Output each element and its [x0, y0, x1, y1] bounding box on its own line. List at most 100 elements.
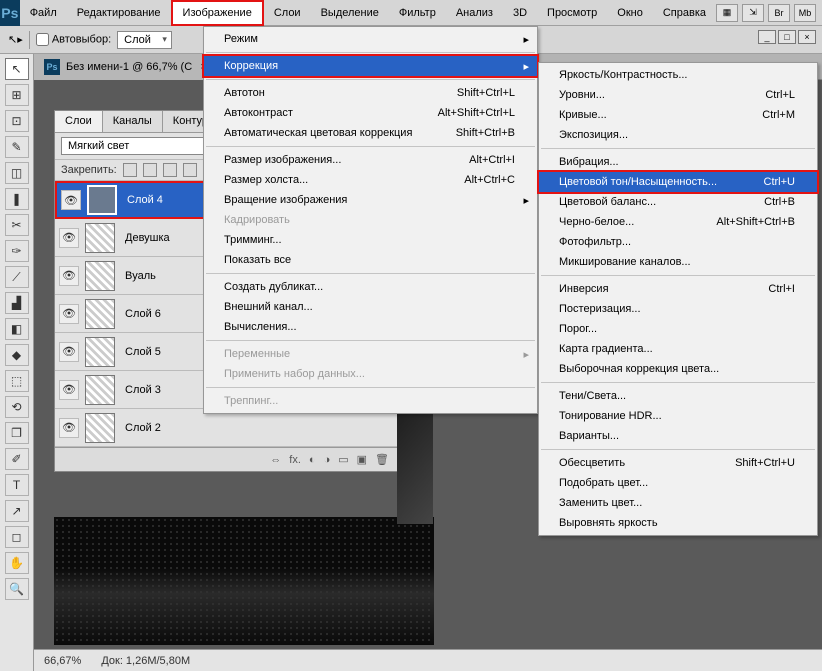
menu-item[interactable]: Уровни...Ctrl+L: [539, 85, 817, 105]
win-max-icon[interactable]: □: [778, 30, 796, 44]
tool-type[interactable]: ✐: [5, 448, 29, 470]
menu-item[interactable]: Вибрация...: [539, 152, 817, 172]
document-tab[interactable]: Ps Без имени-1 @ 66,7% (С ×: [34, 54, 217, 80]
menu-item[interactable]: Цветовой тон/Насыщенность...Ctrl+U: [539, 172, 817, 192]
menu-image[interactable]: Изображение: [171, 0, 264, 26]
tool-heal[interactable]: ✂: [5, 214, 29, 236]
menu-item[interactable]: Коррекция: [204, 56, 537, 76]
menu-layers[interactable]: Слои: [264, 0, 311, 26]
layer-thumb[interactable]: [85, 299, 115, 329]
tool-marquee[interactable]: ⊞: [5, 84, 29, 106]
menu-item[interactable]: Тени/Света...: [539, 386, 817, 406]
menu-file[interactable]: Файл: [20, 0, 67, 26]
tool-zoom[interactable]: 🔍: [5, 578, 29, 600]
menu-filter[interactable]: Фильтр: [389, 0, 446, 26]
tool-move[interactable]: ↖: [5, 58, 29, 80]
hdr-btn-br[interactable]: Br: [768, 4, 790, 22]
eye-icon[interactable]: 👁: [59, 342, 79, 362]
menu-select[interactable]: Выделение: [311, 0, 389, 26]
menu-item[interactable]: Заменить цвет...: [539, 493, 817, 513]
layer-thumb[interactable]: [87, 185, 117, 215]
hdr-btn-mb[interactable]: Mb: [794, 4, 816, 22]
menu-help[interactable]: Справка: [653, 0, 716, 26]
tool-gradient[interactable]: ◆: [5, 344, 29, 366]
menu-view[interactable]: Просмотр: [537, 0, 607, 26]
menu-item[interactable]: Выровнять яркость: [539, 513, 817, 533]
auto-select-dropdown[interactable]: Слой: [117, 31, 172, 49]
fx-icon[interactable]: fx.: [289, 454, 301, 466]
eye-icon[interactable]: 👁: [59, 228, 79, 248]
tool-brush[interactable]: ✑: [5, 240, 29, 262]
canvas-image[interactable]: [54, 517, 434, 645]
tool-history[interactable]: ▟: [5, 292, 29, 314]
menu-item[interactable]: Цветовой баланс...Ctrl+B: [539, 192, 817, 212]
menu-item[interactable]: Постеризация...: [539, 299, 817, 319]
tool-pen[interactable]: ❐: [5, 422, 29, 444]
hdr-btn-2[interactable]: ⇲: [742, 4, 764, 22]
menu-item[interactable]: Карта градиента...: [539, 339, 817, 359]
tool-lasso[interactable]: ⊡: [5, 110, 29, 132]
menu-item[interactable]: Показать все: [204, 250, 537, 270]
menu-item[interactable]: Режим: [204, 29, 537, 49]
menu-item[interactable]: Размер изображения...Alt+Ctrl+I: [204, 150, 537, 170]
mask-icon[interactable]: ◐: [309, 454, 316, 466]
menu-item[interactable]: Тримминг...: [204, 230, 537, 250]
tool-path[interactable]: ↗: [5, 500, 29, 522]
eye-icon[interactable]: 👁: [61, 190, 81, 210]
group-icon[interactable]: ▭: [338, 453, 348, 466]
tool-crop[interactable]: ◫: [5, 162, 29, 184]
tool-blur[interactable]: ⬚: [5, 370, 29, 392]
menu-item[interactable]: Яркость/Контрастность...: [539, 65, 817, 85]
lock-pixels-icon[interactable]: [123, 163, 137, 177]
layer-thumb[interactable]: [85, 261, 115, 291]
menu-item[interactable]: Выборочная коррекция цвета...: [539, 359, 817, 379]
menu-item[interactable]: Подобрать цвет...: [539, 473, 817, 493]
layer-thumb[interactable]: [85, 223, 115, 253]
menu-item[interactable]: АвтоконтрастAlt+Shift+Ctrl+L: [204, 103, 537, 123]
menu-item[interactable]: Создать дубликат...: [204, 277, 537, 297]
trash-icon[interactable]: 🗑: [375, 453, 389, 466]
menu-item[interactable]: Черно-белое...Alt+Shift+Ctrl+B: [539, 212, 817, 232]
tool-eyedrop[interactable]: ❚: [5, 188, 29, 210]
menu-window[interactable]: Окно: [607, 0, 653, 26]
lock-move-icon[interactable]: [163, 163, 177, 177]
link-layers-icon[interactable]: ⇔: [270, 454, 281, 466]
menu-edit[interactable]: Редактирование: [67, 0, 171, 26]
layer-thumb[interactable]: [85, 375, 115, 405]
menu-3d[interactable]: 3D: [503, 0, 537, 26]
menu-item[interactable]: Вращение изображения: [204, 190, 537, 210]
layer-thumb[interactable]: [85, 413, 115, 443]
blend-mode-dropdown[interactable]: Мягкий свет: [61, 137, 211, 155]
panel-tab-channels[interactable]: Каналы: [103, 111, 163, 132]
new-layer-icon[interactable]: ▣: [357, 453, 367, 466]
menu-item[interactable]: Вычисления...: [204, 317, 537, 337]
win-close-icon[interactable]: ×: [798, 30, 816, 44]
hdr-btn-1[interactable]: ▦: [716, 4, 738, 22]
adjust-layer-icon[interactable]: ◑: [324, 454, 331, 466]
menu-item[interactable]: Тонирование HDR...: [539, 406, 817, 426]
menu-item[interactable]: Микширование каналов...: [539, 252, 817, 272]
zoom-level[interactable]: 66,67%: [44, 655, 81, 667]
menu-item[interactable]: ИнверсияCtrl+I: [539, 279, 817, 299]
menu-item[interactable]: Фотофильтр...: [539, 232, 817, 252]
tool-hand[interactable]: ✋: [5, 552, 29, 574]
layer-row[interactable]: 👁Слой 2: [55, 409, 397, 447]
panel-tab-layers[interactable]: Слои: [55, 111, 103, 132]
eye-icon[interactable]: 👁: [59, 304, 79, 324]
layer-thumb[interactable]: [85, 337, 115, 367]
lock-paint-icon[interactable]: [143, 163, 157, 177]
tool-wand[interactable]: ✎: [5, 136, 29, 158]
menu-analysis[interactable]: Анализ: [446, 0, 503, 26]
tool-dodge[interactable]: ⟲: [5, 396, 29, 418]
tool-text[interactable]: T: [5, 474, 29, 496]
menu-item[interactable]: Экспозиция...: [539, 125, 817, 145]
eye-icon[interactable]: 👁: [59, 418, 79, 438]
eye-icon[interactable]: 👁: [59, 380, 79, 400]
menu-item[interactable]: Порог...: [539, 319, 817, 339]
menu-item[interactable]: ОбесцветитьShift+Ctrl+U: [539, 453, 817, 473]
tool-shape[interactable]: ◻: [5, 526, 29, 548]
menu-item[interactable]: Кривые...Ctrl+M: [539, 105, 817, 125]
menu-item[interactable]: Внешний канал...: [204, 297, 537, 317]
auto-select-check[interactable]: Автовыбор:: [36, 33, 111, 46]
tool-stamp[interactable]: ⟋: [5, 266, 29, 288]
